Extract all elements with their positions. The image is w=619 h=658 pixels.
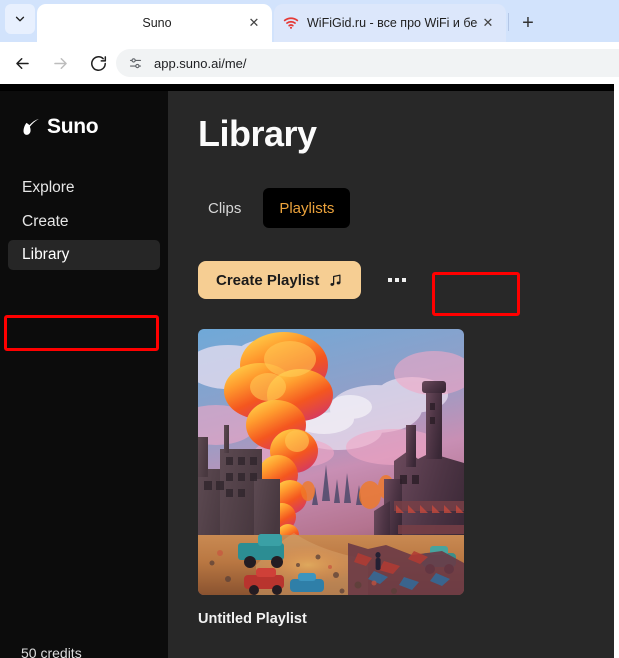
- tab-close-icon[interactable]: ✕: [478, 13, 498, 33]
- browser-toolbar: app.suno.ai/me/: [0, 42, 619, 84]
- tab-close-icon[interactable]: ✕: [244, 13, 264, 33]
- app-sidebar: Suno Explore Create Library 50 credits S…: [0, 91, 168, 658]
- browser-tab-wifigid[interactable]: WiFiGid.ru - все про WiFi и бес ✕: [274, 4, 506, 42]
- reload-icon: [90, 55, 106, 71]
- more-options-button[interactable]: [383, 266, 411, 294]
- music-note-icon: [330, 274, 341, 286]
- browser-tab-suno[interactable]: Suno ✕: [37, 4, 272, 42]
- tab-title: Suno: [142, 16, 172, 30]
- highlight-box-playlists: [432, 272, 520, 316]
- tab-label: Playlists: [279, 199, 335, 217]
- create-playlist-row: Create Playlist: [198, 261, 411, 299]
- wifi-icon: [282, 14, 300, 32]
- playlist-name: Untitled Playlist: [198, 611, 307, 627]
- reload-button[interactable]: [82, 47, 114, 79]
- post-apocalyptic-city-artwork: [198, 329, 464, 595]
- tab-clips[interactable]: Clips: [192, 188, 257, 228]
- suno-note-icon: [23, 118, 39, 135]
- sidebar-item-label: Create: [22, 213, 69, 230]
- tab-label: Clips: [208, 199, 242, 217]
- tab-title: WiFiGid.ru - все про WiFi и бес: [307, 16, 478, 30]
- sidebar-item-explore[interactable]: Explore: [8, 173, 160, 203]
- arrow-right-icon: [53, 57, 67, 69]
- chevron-down-icon: [15, 16, 25, 22]
- forward-button[interactable]: [44, 47, 76, 79]
- sidebar-item-library[interactable]: Library: [8, 240, 160, 270]
- playlist-cover-image[interactable]: [198, 329, 464, 595]
- library-tabs: Clips Playlists: [192, 188, 351, 228]
- browser-tab-strip: Suno ✕ WiFiGid.ru - все про WiFi и бес ✕…: [0, 0, 619, 42]
- arrow-left-icon: [15, 57, 29, 69]
- tab-divider: [508, 13, 509, 31]
- back-button[interactable]: [6, 47, 38, 79]
- suno-app: Suno Explore Create Library 50 credits S…: [0, 91, 614, 658]
- page-viewport: Suno Explore Create Library 50 credits S…: [0, 84, 614, 658]
- url-text: app.suno.ai/me/: [154, 55, 247, 71]
- new-tab-button[interactable]: +: [515, 10, 541, 36]
- create-playlist-button[interactable]: Create Playlist: [198, 261, 362, 299]
- address-bar[interactable]: app.suno.ai/me/: [116, 49, 619, 77]
- sidebar-item-label: Explore: [22, 179, 75, 196]
- tab-search-button[interactable]: [5, 4, 35, 34]
- sidebar-item-create[interactable]: Create: [8, 207, 160, 237]
- page-title: Library: [198, 113, 317, 154]
- suno-logo[interactable]: Suno: [21, 115, 99, 139]
- create-playlist-label: Create Playlist: [216, 271, 320, 289]
- page-top-bar: [0, 84, 614, 91]
- ellipsis-icon: [388, 278, 407, 282]
- sidebar-item-label: Library: [22, 246, 70, 263]
- credits-label: 50 credits: [21, 645, 82, 658]
- browser-window: Suno ✕ WiFiGid.ru - все про WiFi и бес ✕…: [0, 0, 619, 658]
- suno-logo-text: Suno: [47, 115, 99, 138]
- tab-favicon-blank: [45, 14, 63, 32]
- tune-sliders-icon[interactable]: [124, 52, 146, 74]
- main-content: Library Clips Playlists Create Playlist: [168, 91, 614, 658]
- tab-playlists[interactable]: Playlists: [263, 188, 351, 228]
- playlist-card[interactable]: Untitled Playlist: [198, 329, 464, 627]
